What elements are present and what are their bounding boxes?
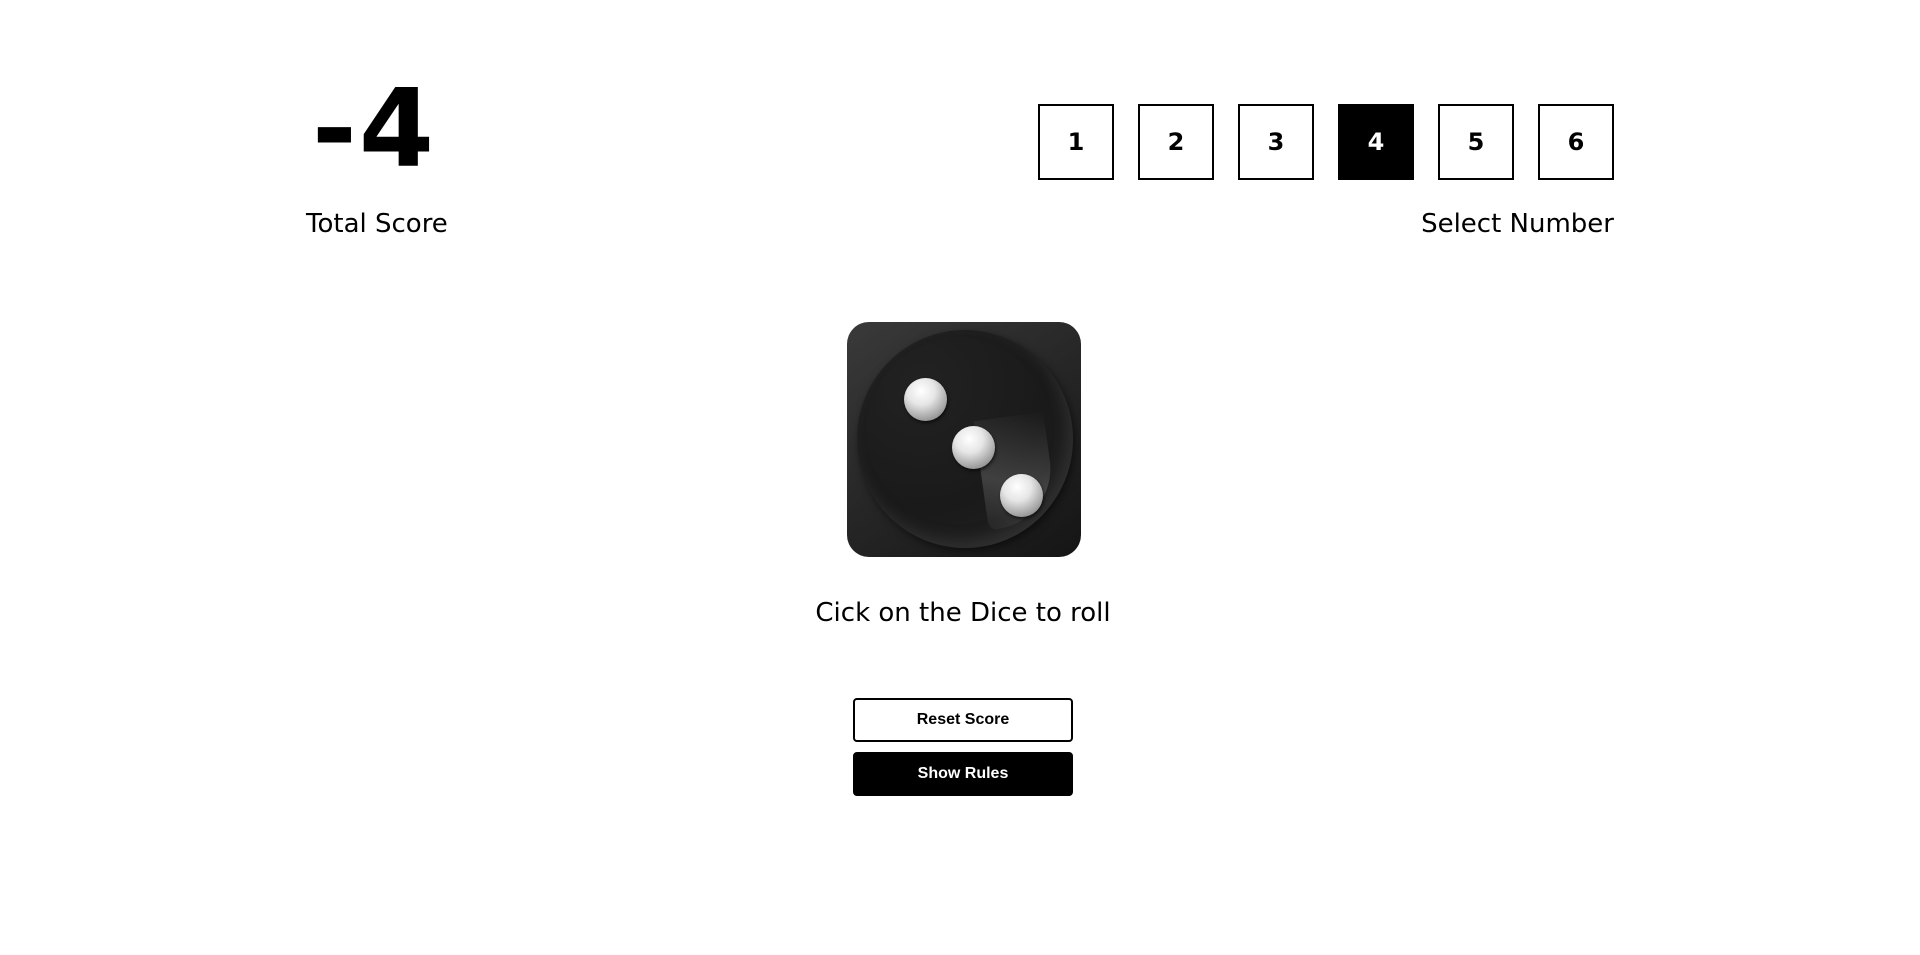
reset-score-button[interactable]: Reset Score (853, 698, 1073, 742)
dice-game-page: -4 Total Score 1 2 3 4 5 6 Select Number… (0, 0, 1920, 955)
dice[interactable] (847, 322, 1081, 557)
select-number-label: Select Number (1421, 209, 1614, 239)
dice-pip (952, 426, 995, 469)
dice-pip (904, 378, 947, 421)
show-rules-button[interactable]: Show Rules (853, 752, 1073, 796)
number-selector: 1 2 3 4 5 6 Select Number (1014, 104, 1614, 244)
total-score-value: -4 (312, 67, 436, 192)
number-button-6[interactable]: 6 (1538, 104, 1614, 180)
roll-hint-text: Cick on the Dice to roll (815, 598, 1111, 628)
dice-face (857, 330, 1073, 548)
number-button-row: 1 2 3 4 5 6 (1038, 104, 1614, 180)
dice-pip (1000, 474, 1043, 517)
number-button-1[interactable]: 1 (1038, 104, 1114, 180)
number-button-2[interactable]: 2 (1138, 104, 1214, 180)
total-score-label: Total Score (306, 209, 448, 239)
number-button-3[interactable]: 3 (1238, 104, 1314, 180)
number-button-5[interactable]: 5 (1438, 104, 1514, 180)
number-button-4[interactable]: 4 (1338, 104, 1414, 180)
